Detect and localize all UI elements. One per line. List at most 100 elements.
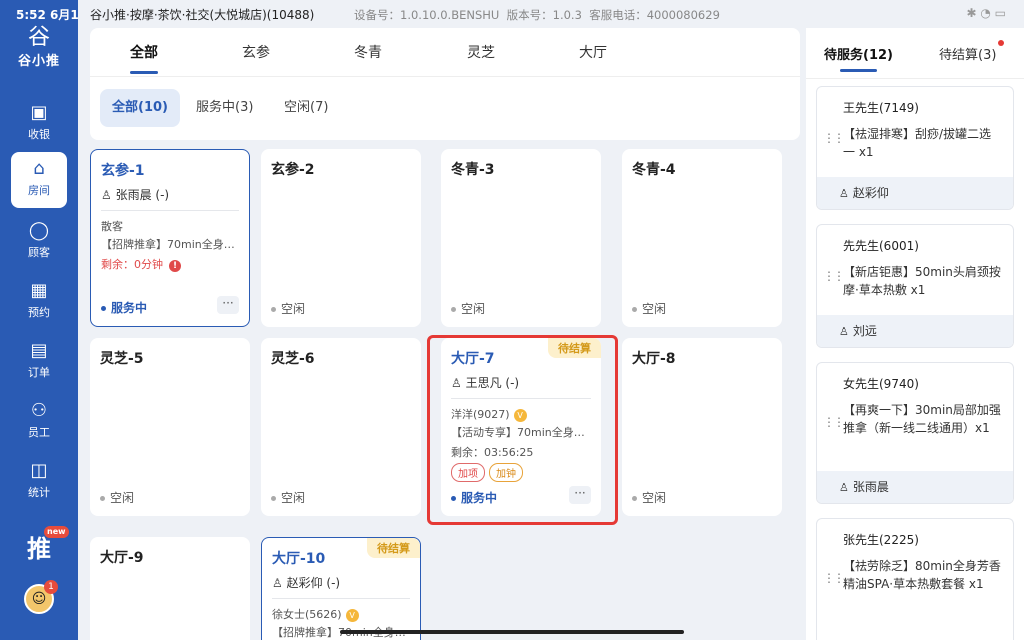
- room-name: 冬青-3: [451, 162, 495, 178]
- calendar-icon: ▦: [30, 280, 48, 301]
- queue-customer: 女先生(9740): [843, 377, 919, 391]
- sidebar-item-rooms[interactable]: ⌂ 房间: [11, 152, 67, 208]
- tab-waiting-service[interactable]: 待服务(12): [824, 44, 893, 72]
- logo-text: 谷小推: [17, 54, 60, 69]
- store-name: 谷小推·按摩·茶饮·社交(大悦城店)(10488): [90, 8, 315, 22]
- more-button[interactable]: ···: [217, 296, 239, 314]
- sidebar-item-stats[interactable]: ◫ 统计: [11, 454, 67, 510]
- sidebar: 谷 谷小推 ▣ 收银 ⌂ 房间 ◯ 顾客 ▦ 预约 ▤ 订单 ⚇ 员工 ◫ 统计…: [0, 0, 78, 640]
- queue-customer: 先先生(6001): [843, 239, 919, 253]
- staff-icon: ♙: [839, 481, 849, 494]
- room-name: 灵芝-6: [271, 351, 315, 367]
- room-name: 大厅-10: [272, 551, 326, 567]
- notification-badge: 1: [44, 580, 58, 594]
- room-name: 玄参-1: [101, 163, 145, 179]
- queue-staff: ♙ 张雨晨: [817, 471, 1013, 503]
- filter-idle[interactable]: 空闲(7): [272, 89, 340, 127]
- room-remaining: 剩余：0分钟!: [101, 256, 181, 272]
- staff-icon: ♙: [272, 576, 283, 590]
- drag-handle-icon[interactable]: ⋮⋮: [823, 415, 845, 429]
- room-card-dongqing-3[interactable]: 冬青-3 空闲: [441, 149, 601, 327]
- sidebar-item-orders[interactable]: ▤ 订单: [11, 334, 67, 390]
- room-card-xuanshen-2[interactable]: 玄参-2 空闲: [261, 149, 421, 327]
- queue-card[interactable]: 女先生(9740) ⋮⋮ 【再爽一下】30min局部加强推拿（新一线二线通用）x…: [816, 362, 1014, 504]
- room-name: 冬青-4: [632, 162, 676, 178]
- sidebar-item-label: 预约: [28, 306, 50, 319]
- room-customer: 散客: [101, 220, 123, 233]
- sidebar-item-label: 统计: [28, 486, 50, 499]
- tab-lingzhi[interactable]: 灵芝: [467, 42, 495, 62]
- divider: [272, 598, 410, 599]
- room-name: 玄参-2: [271, 162, 315, 178]
- queue-customer: 张先生(2225): [843, 533, 919, 547]
- drag-handle-icon[interactable]: ⋮⋮: [823, 571, 845, 585]
- sidebar-item-booking[interactable]: ▦ 预约: [11, 274, 67, 330]
- home-indicator[interactable]: [340, 630, 684, 634]
- room-card-dongqing-4[interactable]: 冬青-4 空闲: [622, 149, 782, 327]
- drag-handle-icon[interactable]: ⋮⋮: [823, 269, 845, 283]
- warning-icon: !: [169, 260, 181, 272]
- tab-hall[interactable]: 大厅: [579, 42, 607, 62]
- divider: [101, 210, 239, 211]
- device-info: 设备号：1.0.10.0.BENSHU 版本号：1.0.3 客服电话：40000…: [354, 8, 720, 22]
- room-status: 服务中: [101, 299, 147, 316]
- promo-icon: 推: [27, 535, 51, 563]
- room-name: 大厅-8: [632, 351, 676, 367]
- queue-staff: ♙ 刘远: [817, 315, 1013, 347]
- queue-card[interactable]: 张先生(2225) ⋮⋮ 【祛劳除乏】80min全身芳香精油SPA·草本热敷套餐…: [816, 518, 1014, 640]
- sidebar-item-cashier[interactable]: ▣ 收银: [11, 96, 67, 152]
- room-card-hall-10[interactable]: 待结算 大厅-10 ♙ 赵彩仰 (-) 徐女士(5626) V 【招牌推拿】70m…: [261, 537, 421, 640]
- queue-service: 【祛劳除乏】80min全身芳香精油SPA·草本热敷套餐 x1: [843, 559, 1001, 591]
- room-name: 灵芝-5: [100, 351, 144, 367]
- rooms-panel: 全部 玄参 冬青 灵芝 大厅 全部(10) 服务中(3) 空闲(7) 玄参-1 …: [90, 28, 800, 640]
- queue-staff: ♙ 赵彩仰: [817, 177, 1013, 209]
- new-badge: new: [44, 526, 69, 538]
- queue-card[interactable]: 王先生(7149) ⋮⋮ 【祛湿排寒】刮痧/拔罐二选一 x1 ♙ 赵彩仰: [816, 86, 1014, 210]
- room-name: 大厅-9: [100, 550, 144, 566]
- queue-card[interactable]: 先先生(6001) ⋮⋮ 【新店钜惠】50min头肩颈按摩·草本热敷 x1 ♙ 刘…: [816, 224, 1014, 348]
- drag-handle-icon[interactable]: ⋮⋮: [823, 131, 845, 145]
- sidebar-item-label: 房间: [28, 184, 50, 197]
- sidebar-item-label: 顾客: [28, 246, 50, 259]
- staff-icon: ♙: [101, 188, 112, 202]
- promo-button[interactable]: 推 new: [22, 526, 69, 566]
- room-card-hall-9[interactable]: 大厅-9: [90, 537, 250, 640]
- home-icon: ⌂: [33, 158, 45, 179]
- filter-all[interactable]: 全部(10): [100, 89, 180, 127]
- tab-xuanshen[interactable]: 玄参: [242, 42, 270, 62]
- sidebar-item-label: 员工: [28, 426, 50, 439]
- system-status-icons: ✱ ◔ ▭: [966, 6, 1007, 20]
- chart-icon: ◫: [30, 460, 48, 481]
- avatar[interactable]: ☺ 1: [24, 580, 58, 614]
- avatar-icon: ☺: [31, 591, 47, 607]
- app-logo: 谷 谷小推: [8, 26, 70, 76]
- tab-all[interactable]: 全部: [130, 42, 158, 74]
- room-status: 空闲: [271, 489, 305, 506]
- room-card-xuanshen-1[interactable]: 玄参-1 ♙ 张雨晨 (-) 散客 【招牌推拿】70min全身… 剩余：0分钟!…: [90, 149, 250, 327]
- room-service: 【招牌推拿】70min全身…: [101, 238, 235, 251]
- status-filter-bar: 全部(10) 服务中(3) 空闲(7): [90, 76, 800, 140]
- staff-icon: ♙: [839, 325, 849, 338]
- cashier-icon: ▣: [30, 102, 48, 123]
- room-card-lingzhi-5[interactable]: 灵芝-5 空闲: [90, 338, 250, 516]
- tab-pending-settlement[interactable]: 待结算(3): [939, 40, 1005, 63]
- status-bar: 5:52 6月1 谷小推·按摩·茶饮·社交(大悦城店)(10488) 设备号：1…: [0, 0, 1024, 28]
- user-icon: ◯: [28, 220, 50, 241]
- filter-in-service[interactable]: 服务中(3): [184, 89, 265, 127]
- divider: [806, 78, 1024, 79]
- sidebar-item-label: 订单: [28, 366, 50, 379]
- room-status: 空闲: [632, 300, 666, 317]
- room-card-hall-8[interactable]: 大厅-8 空闲: [622, 338, 782, 516]
- red-dot-badge: [998, 40, 1005, 46]
- pending-settlement-badge: 待结算: [367, 538, 420, 558]
- room-staff: ♙ 赵彩仰 (-): [272, 576, 341, 590]
- queue-service: 【再爽一下】30min局部加强推拿（新一线二线通用）x1: [843, 403, 1001, 435]
- tab-dongqing[interactable]: 冬青: [354, 42, 382, 62]
- sidebar-item-label: 收银: [28, 128, 50, 141]
- selection-highlight: [427, 335, 618, 525]
- sidebar-item-staff[interactable]: ⚇ 员工: [11, 394, 67, 450]
- room-card-lingzhi-6[interactable]: 灵芝-6 空闲: [261, 338, 421, 516]
- sidebar-item-customers[interactable]: ◯ 顾客: [11, 214, 67, 270]
- room-staff: ♙ 张雨晨 (-): [101, 188, 170, 202]
- queue-service: 【新店钜惠】50min头肩颈按摩·草本热敷 x1: [843, 265, 1001, 297]
